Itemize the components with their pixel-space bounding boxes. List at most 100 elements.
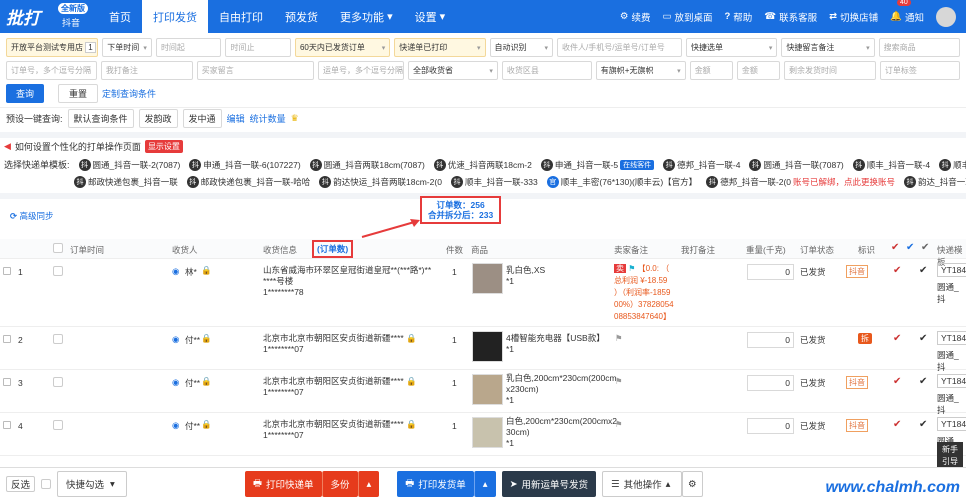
preset-yunzheng[interactable]: 发韵政 — [138, 109, 178, 128]
order-range-select[interactable]: 60天内已发货订单 ▾ — [294, 38, 391, 57]
lock-icon[interactable]: 🔒 — [406, 333, 417, 343]
template-item[interactable]: 抖圆通_抖音两联18cm(7087) — [309, 158, 425, 171]
chevron-up-icon[interactable]: ▴ — [473, 471, 496, 497]
support-link[interactable]: ☎ 联系客服 — [764, 10, 817, 24]
template-item[interactable]: 抖顺丰_抖音一联-333 — [450, 175, 538, 188]
template-item[interactable]: 抖德邦_抖音一联-2(0 账号已解绑，点此更换账号 — [706, 175, 895, 188]
lock-icon[interactable] — [3, 335, 11, 343]
print-express-button[interactable]: 🖶 打印快递单 — [245, 471, 322, 497]
select-all-bottom-checkbox[interactable] — [41, 479, 52, 489]
weight-input[interactable]: 0 — [747, 375, 794, 391]
template-item[interactable]: 抖申通_抖音一联-6(107227) — [189, 158, 301, 171]
invert-selection-button[interactable]: 反选 — [6, 476, 36, 492]
time-type-select[interactable]: 下单时间 ▾ — [102, 38, 152, 57]
order-no-input[interactable]: 订单号，多个逗号分隔 — [6, 61, 97, 80]
district-select[interactable]: 收货区县 — [501, 61, 592, 80]
template-item[interactable]: 官顺丰_丰密(76*130)(顺丰云)【官方】 — [546, 175, 697, 188]
order-tag-select[interactable]: 订单标签 — [879, 61, 960, 80]
table-row[interactable]: 2 ◉ 付** 🔒 北京市北京市朝阳区安贞街道新疆**** 🔒 1*******… — [0, 327, 966, 372]
tip-text[interactable]: 如何设置个性化的打单操作页面 — [15, 140, 141, 153]
tab-print-ship[interactable]: 打印发货 — [142, 0, 208, 33]
quick-select-dropdown[interactable]: 快捷勾选 ▾ — [57, 471, 128, 497]
multi-copy-button[interactable]: 多份 — [321, 471, 358, 497]
avatar[interactable] — [936, 6, 956, 27]
tab-free-print[interactable]: 自由打印 — [208, 0, 274, 33]
province-select[interactable]: 全部收货省 ▾ — [407, 61, 498, 80]
preset-stats-link[interactable]: 统计数量 — [250, 112, 286, 125]
print-ship-button[interactable]: 🖶 打印发货单 — [397, 471, 474, 497]
select-all-checkbox[interactable] — [53, 243, 63, 253]
chevron-up-icon[interactable]: ▴ — [357, 471, 380, 497]
lock-icon[interactable]: 🔒 — [406, 376, 417, 386]
template-item[interactable]: 抖优速_抖音两联18cm-2 — [433, 158, 532, 171]
template-item[interactable]: 抖圆通_抖音一联(7087) — [749, 158, 844, 171]
weight-input[interactable]: 0 — [747, 418, 794, 434]
template-item[interactable]: 抖德邦_抖音一联-4 — [663, 158, 740, 171]
gear-icon[interactable]: ⚙ — [682, 471, 703, 497]
lock-icon[interactable] — [3, 421, 11, 429]
end-time-input[interactable]: 时间止 — [225, 38, 291, 57]
tracking-box[interactable]: YT184 — [937, 417, 966, 431]
lock-icon[interactable] — [3, 378, 11, 386]
remark-select[interactable]: 快捷留言备注 ▾ — [781, 38, 875, 57]
preset-edit-link[interactable]: 编辑 — [227, 112, 245, 125]
table-row[interactable]: 3 ◉ 付** 🔒 北京市北京市朝阳区安贞街道新疆**** 🔒 1*******… — [0, 370, 966, 415]
product-thumbnail[interactable] — [472, 263, 503, 294]
my-remark-input[interactable]: 我打备注 — [100, 61, 193, 80]
product-thumbnail[interactable] — [472, 374, 503, 405]
lock-icon[interactable]: 🔒 — [406, 419, 417, 429]
template-item[interactable]: 抖顺丰 — [939, 158, 966, 171]
auto-detect-select[interactable]: 自动识别 ▾ — [489, 38, 554, 57]
table-row[interactable]: 1 ◉ 林* 🔒 山东省威海市环翠区皇冠街道皇冠**(***路*)** ****… — [0, 259, 966, 327]
waybill-no-input[interactable]: 运单号，多个逗号分隔 — [317, 61, 404, 80]
buyer-message-input[interactable]: 买家留言 — [196, 61, 314, 80]
preset-zhongtong[interactable]: 发中通 — [182, 109, 222, 128]
preset-default[interactable]: 默认查询条件 — [67, 109, 134, 128]
col-order-count[interactable]: (订单数) — [312, 240, 354, 258]
tab-settings[interactable]: 设置 ▾ — [404, 0, 457, 33]
tracking-box[interactable]: YT184 — [937, 263, 966, 277]
row-checkbox[interactable] — [53, 420, 63, 430]
row-checkbox[interactable] — [53, 334, 63, 344]
lock-icon[interactable]: 🔒 — [201, 419, 212, 430]
start-time-input[interactable]: 时间起 — [155, 38, 222, 57]
display-settings-badge[interactable]: 显示设置 — [144, 139, 183, 153]
reset-button[interactable]: 重置 — [58, 84, 99, 103]
flag-icon[interactable]: ⚑ — [615, 333, 623, 344]
tracking-box[interactable]: YT184 — [937, 331, 966, 345]
product-search-input[interactable]: 搜索商品 — [878, 38, 960, 57]
new-waybill-ship-button[interactable]: ➤ 用新运单号发货 — [501, 471, 597, 497]
col-order-time[interactable]: 订单时间 — [70, 244, 104, 256]
template-item[interactable]: 抖韵达_抖音一联-2(0 — [904, 175, 966, 188]
tab-home[interactable]: 首页 — [98, 0, 142, 33]
lock-icon[interactable]: 🔒 — [201, 376, 212, 387]
flag-icon[interactable]: ⚑ — [615, 376, 623, 387]
shop-select[interactable]: 开放平台测试专用店 1 — [6, 38, 99, 57]
lock-icon[interactable] — [3, 267, 11, 275]
remaining-time-select[interactable]: 剩余发货时间 — [783, 61, 876, 80]
template-item[interactable]: 抖邮政快递包裹_抖音一联 — [74, 175, 178, 188]
other-actions-button[interactable]: ☰ 其他操作 ▴ — [602, 471, 683, 497]
query-button[interactable]: 查询 — [6, 84, 45, 103]
template-item[interactable]: 抖申通_抖音一联-5 在线客件 — [540, 158, 655, 171]
weight-input[interactable]: 0 — [747, 332, 794, 348]
row-checkbox[interactable] — [53, 266, 63, 276]
switch-shop-link[interactable]: ⇄ 切换店铺 — [829, 10, 878, 24]
row-checkbox[interactable] — [53, 377, 63, 387]
flag-icon[interactable]: ⚑ — [615, 419, 623, 430]
template-item[interactable]: 抖韵达快运_抖音两联18cm-2(0 — [319, 175, 442, 188]
unbind-warning[interactable]: 账号已解绑，点此更换账号 — [793, 176, 895, 188]
custom-query-link[interactable]: 定制查询条件 — [102, 84, 156, 103]
renew-link[interactable]: ⚙ 续费 — [620, 10, 651, 24]
template-item[interactable]: 抖圆通_抖音一联-2(7087) — [78, 158, 180, 171]
lock-icon[interactable]: 🔒 — [201, 265, 212, 276]
tab-pre-ship[interactable]: 预发货 — [274, 0, 329, 33]
quick-select[interactable]: 快捷选单 ▾ — [686, 38, 778, 57]
template-item[interactable]: 抖顺丰_抖音一联-4 — [852, 158, 930, 171]
notification-link[interactable]: 🔔 通知 — [890, 10, 924, 24]
flag-select[interactable]: 有旗帜+无旗帜 ▾ — [595, 61, 686, 80]
tab-more[interactable]: 更多功能 ▾ — [329, 0, 404, 33]
amount-min-input[interactable]: 金额 — [689, 61, 733, 80]
product-thumbnail[interactable] — [472, 331, 503, 362]
search-input[interactable]: 收件人/手机号/运单号/订单号 — [557, 38, 683, 57]
